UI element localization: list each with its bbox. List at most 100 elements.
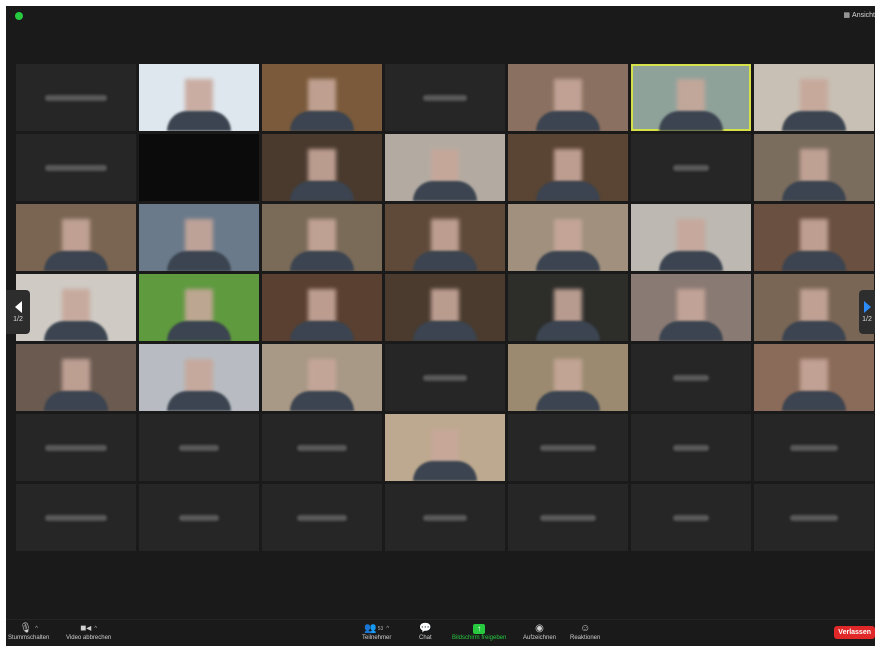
- participant-tile[interactable]: [754, 414, 874, 481]
- share-screen-icon: ↑: [473, 624, 486, 634]
- participant-name-blurred: [179, 514, 219, 521]
- participant-face: [554, 358, 582, 393]
- page-indicator-right: 1/2: [862, 316, 872, 323]
- leave-button[interactable]: Verlassen: [834, 626, 875, 639]
- participant-tile[interactable]: [262, 204, 382, 271]
- participant-tile[interactable]: [385, 134, 505, 201]
- reactions-icon: ☺: [580, 623, 591, 634]
- participant-tile[interactable]: [16, 414, 136, 481]
- participant-tile[interactable]: [631, 344, 751, 411]
- participant-body: [413, 181, 477, 201]
- participant-tile[interactable]: [508, 344, 628, 411]
- mute-button[interactable]: 🎙 ^ Stummschalten: [8, 623, 49, 641]
- participant-body: [44, 251, 108, 271]
- record-button[interactable]: ◉ Aufzeichnen: [523, 623, 556, 641]
- participant-tile[interactable]: [754, 484, 874, 551]
- stop-video-label: Video abbrechen: [66, 635, 112, 641]
- mute-label: Stummschalten: [8, 635, 50, 641]
- meeting-toolbar: 🎙 ^ Stummschalten ■◂ ^ Video abbrechen 👥 53…: [6, 619, 875, 646]
- participant-tile[interactable]: [139, 134, 259, 201]
- participant-tile[interactable]: [508, 134, 628, 201]
- participant-name-blurred: [45, 164, 107, 171]
- participant-tile[interactable]: [508, 204, 628, 271]
- participant-face: [308, 288, 336, 323]
- participant-name-blurred: [673, 444, 709, 451]
- chevron-up-icon[interactable]: ^: [35, 623, 38, 635]
- participant-tile[interactable]: [508, 414, 628, 481]
- chat-icon: 💬: [419, 623, 432, 634]
- share-screen-button[interactable]: ↑ Bildschirm freigeben: [452, 623, 506, 641]
- participant-count: 53: [377, 626, 384, 632]
- participant-body: [167, 111, 231, 131]
- stop-video-button[interactable]: ■◂ ^ Video abbrechen: [66, 623, 111, 641]
- participant-tile[interactable]: [385, 414, 505, 481]
- participant-tile[interactable]: [385, 344, 505, 411]
- participant-tile[interactable]: [631, 484, 751, 551]
- participant-tile[interactable]: [139, 414, 259, 481]
- participant-tile[interactable]: [139, 204, 259, 271]
- participant-tile[interactable]: [16, 204, 136, 271]
- participant-body: [167, 251, 231, 271]
- participant-body: [167, 321, 231, 341]
- participant-tile[interactable]: [508, 64, 628, 131]
- next-page-button[interactable]: 1/2: [859, 290, 875, 334]
- chevron-up-icon[interactable]: ^: [386, 623, 389, 635]
- page-indicator-left: 1/2: [13, 316, 23, 323]
- participant-body: [659, 321, 723, 341]
- participant-face: [554, 218, 582, 253]
- participant-tile[interactable]: [139, 484, 259, 551]
- view-button[interactable]: ▦ Ansicht: [843, 11, 875, 20]
- participant-tile[interactable]: [508, 274, 628, 341]
- participant-face: [431, 148, 459, 183]
- participant-tile[interactable]: [16, 64, 136, 131]
- participant-tile[interactable]: [631, 414, 751, 481]
- chat-button[interactable]: 💬 Chat: [419, 623, 432, 641]
- participant-tile[interactable]: [631, 64, 751, 131]
- shield-icon[interactable]: [15, 12, 23, 20]
- participant-tile[interactable]: [754, 64, 874, 131]
- participant-tile[interactable]: [385, 484, 505, 551]
- participant-tile[interactable]: [508, 484, 628, 551]
- participant-body: [782, 321, 846, 341]
- zoom-meeting-window: ▦ Ansicht 1/2 1/2 🎙 ^ Stummschalten ■◂ ^ V…: [6, 6, 875, 646]
- participant-face: [185, 78, 213, 113]
- participant-tile[interactable]: [139, 64, 259, 131]
- participant-tile[interactable]: [139, 344, 259, 411]
- chevron-up-icon[interactable]: ^: [94, 623, 97, 635]
- participant-tile[interactable]: [754, 274, 874, 341]
- participant-tile[interactable]: [16, 134, 136, 201]
- participant-tile[interactable]: [262, 274, 382, 341]
- participant-face: [800, 78, 828, 113]
- participant-tile[interactable]: [631, 204, 751, 271]
- participant-tile[interactable]: [385, 204, 505, 271]
- participant-body: [413, 461, 477, 481]
- participant-tile[interactable]: [754, 344, 874, 411]
- record-label: Aufzeichnen: [523, 635, 557, 641]
- participant-tile[interactable]: [262, 134, 382, 201]
- participant-tile[interactable]: [262, 64, 382, 131]
- reactions-button[interactable]: ☺ Reaktionen: [570, 623, 600, 641]
- participant-tile[interactable]: [262, 414, 382, 481]
- participant-body: [290, 391, 354, 411]
- participant-tile[interactable]: [16, 484, 136, 551]
- participant-face: [308, 358, 336, 393]
- participant-body: [413, 251, 477, 271]
- participant-name-blurred: [423, 514, 467, 521]
- participant-face: [62, 288, 90, 323]
- participant-tile[interactable]: [262, 484, 382, 551]
- participant-tile[interactable]: [262, 344, 382, 411]
- participant-face: [185, 288, 213, 323]
- participant-tile[interactable]: [754, 134, 874, 201]
- participant-tile[interactable]: [631, 274, 751, 341]
- participant-tile[interactable]: [139, 274, 259, 341]
- participant-body: [290, 111, 354, 131]
- participants-button[interactable]: 👥 53 ^ Teilnehmer: [362, 623, 391, 641]
- participant-face: [431, 428, 459, 463]
- participant-tile[interactable]: [16, 344, 136, 411]
- participant-tile[interactable]: [385, 274, 505, 341]
- previous-page-button[interactable]: 1/2: [6, 290, 30, 334]
- participant-tile[interactable]: [631, 134, 751, 201]
- participant-tile[interactable]: [16, 274, 136, 341]
- participant-tile[interactable]: [754, 204, 874, 271]
- participant-tile[interactable]: [385, 64, 505, 131]
